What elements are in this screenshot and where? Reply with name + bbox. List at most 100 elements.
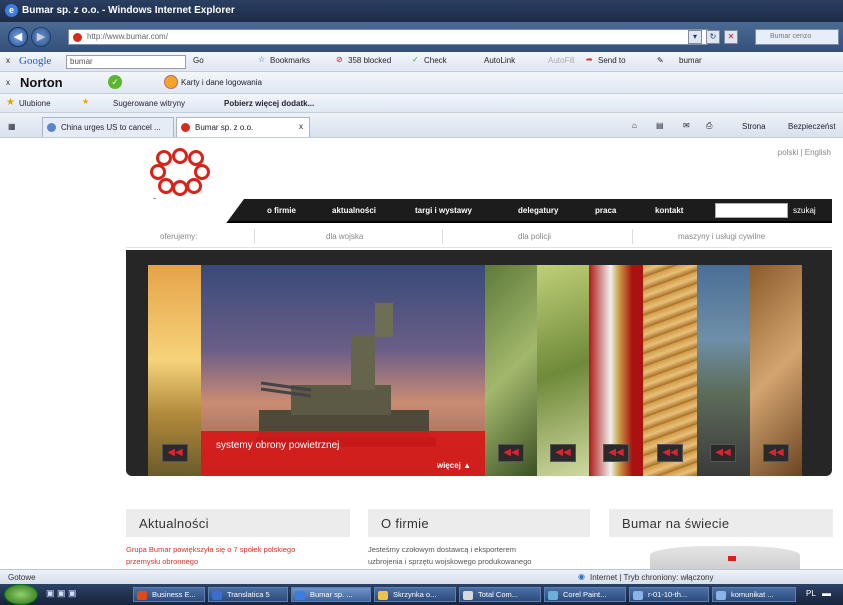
address-bar-row: ◀ ▶ http://www.bumar.com/ ▾ ↻ ✕ Bumar ce… (0, 22, 843, 52)
start-button[interactable] (4, 584, 38, 605)
news-item[interactable]: Grupa Bumar powiększyła się o 7 spółek p… (126, 544, 350, 568)
slide-arrow-3[interactable]: ◀◀ (498, 444, 524, 462)
window-title: Bumar sp. z o.o. - Windows Internet Expl… (22, 5, 235, 16)
add-favorite-icon[interactable]: ★ (82, 97, 89, 106)
subnav-civil[interactable]: maszyny i usługi cywilne (678, 232, 765, 241)
site-search-input[interactable] (715, 203, 788, 218)
tray-icon[interactable]: ▬ (822, 588, 831, 598)
nav-o-firmie[interactable]: o firmie (267, 206, 296, 215)
back-button[interactable]: ◀ (8, 27, 28, 47)
language-indicator[interactable]: PL (806, 589, 816, 598)
page-menu[interactable]: Strona (742, 122, 766, 131)
highlight-icon[interactable]: ✎ (657, 56, 664, 65)
search-field[interactable]: Bumar cenzo (755, 29, 839, 45)
tab-bumar[interactable]: Bumar sp. z o.o. x (176, 117, 310, 137)
slide-arrow-1[interactable]: ◀◀ (162, 444, 188, 462)
taskbar-skrzynka[interactable]: Skrzynka o... (374, 587, 456, 602)
slide-arrow-6[interactable]: ◀◀ (657, 444, 683, 462)
stop-icon[interactable]: ✕ (724, 30, 738, 44)
language-switch[interactable]: polski | English (778, 148, 831, 157)
tab-close-icon[interactable]: x (299, 122, 303, 131)
search-term-button[interactable]: bumar (679, 56, 702, 65)
dropdown-icon[interactable]: ▾ (688, 30, 702, 44)
nav-delegatury[interactable]: delegatury (518, 206, 558, 215)
norton-toolbar-close[interactable]: x (6, 78, 10, 87)
site-search-button[interactable]: szukaj (793, 206, 816, 215)
quick-tabs-icon[interactable]: ▦ (8, 122, 16, 131)
favorites-star-icon: ★ (6, 97, 15, 108)
map-marker (728, 556, 736, 561)
globe-icon: ◉ (578, 572, 585, 581)
suggested-sites-button[interactable]: Sugerowane witryny (113, 99, 185, 108)
forward-button[interactable]: ▶ (31, 27, 51, 47)
subnav-military[interactable]: dla wojska (326, 232, 363, 241)
print-icon[interactable]: ⎙ (706, 121, 712, 131)
taskbar-komunikat[interactable]: komunikat ... (712, 587, 796, 602)
slide-arrow-4[interactable]: ◀◀ (550, 444, 576, 462)
get-more-addons-button[interactable]: Pobierz więcej dodatk... (224, 99, 314, 108)
security-zone[interactable]: Internet | Tryb chroniony: włączony (590, 573, 713, 582)
slide-air-defense[interactable]: systemy obrony powietrznej więcej ▲ (201, 265, 485, 476)
taskbar-corel[interactable]: Corel Paint... (544, 587, 626, 602)
favorites-bar: ★ Ulubione ★ Sugerowane witryny Pobierz … (0, 94, 843, 113)
slide-more-link[interactable]: więcej ▲ (437, 461, 471, 470)
world-section-title[interactable]: Bumar na świecie (609, 509, 833, 537)
google-logo: Google (19, 55, 52, 67)
about-text: Jesteśmy czołowym dostawcą i eksporterem… (368, 545, 532, 566)
about-section-title[interactable]: O firmie (368, 509, 590, 537)
web-page: bumar polski | English o firmie aktualno… (0, 138, 843, 569)
norton-status-icon[interactable]: ✓ (108, 75, 122, 89)
safety-menu[interactable]: Bezpieczeńst (788, 122, 836, 131)
tab-china[interactable]: China urges US to cancel ... (42, 117, 174, 137)
url-field[interactable]: http://www.bumar.com/ (68, 29, 708, 45)
check-button[interactable]: Check (424, 56, 447, 65)
slide-arrow-8[interactable]: ◀◀ (763, 444, 789, 462)
star-icon: ☆ (258, 55, 266, 64)
google-toolbar-close[interactable]: x (6, 56, 10, 65)
slide-arrow-5[interactable]: ◀◀ (603, 444, 629, 462)
world-map[interactable] (650, 546, 800, 569)
google-search-input[interactable]: bumar (66, 55, 186, 69)
mail-icon[interactable]: ✉ (683, 121, 690, 130)
taskbar: ▣ ▣ ▣ Business E... Translatica 5 Bumar … (0, 584, 843, 605)
popup-blocked-count[interactable]: 358 blocked (348, 56, 391, 65)
nav-aktualnosci[interactable]: aktualności (332, 206, 376, 215)
google-toolbar: x Google bumar Go ☆ Bookmarks ⊘ 358 bloc… (0, 52, 843, 72)
news-section-title[interactable]: Aktualności (126, 509, 350, 537)
send-to-button[interactable]: Send to (598, 56, 626, 65)
slide-caption: systemy obrony powietrznej więcej ▲ (201, 431, 485, 476)
tab-favicon (47, 123, 56, 132)
cards-logins-button[interactable]: Karty i dane logowania (181, 78, 262, 87)
google-go-button[interactable]: Go (193, 56, 204, 65)
autofill-button[interactable]: AutoFill (548, 56, 575, 65)
home-icon[interactable]: ⌂ (632, 121, 637, 130)
refresh-icon[interactable]: ↻ (706, 30, 720, 44)
taskbar-totalcom[interactable]: Total Com... (459, 587, 541, 602)
taskbar-business[interactable]: Business E... (133, 587, 205, 602)
taskbar-translatica[interactable]: Translatica 5 (208, 587, 288, 602)
subnav-police[interactable]: dla policji (518, 232, 551, 241)
identity-safe-icon (164, 75, 178, 89)
product-slider: systemy obrony powietrznej więcej ▲ ◀◀ ◀… (126, 250, 832, 476)
autolink-button[interactable]: AutoLink (484, 56, 515, 65)
window-titlebar: e Bumar sp. z o.o. - Windows Internet Ex… (0, 0, 843, 22)
bookmarks-button[interactable]: Bookmarks (270, 56, 310, 65)
nav-praca[interactable]: praca (595, 206, 616, 215)
tab-bar: ▦ China urges US to cancel ... Bumar sp.… (0, 113, 843, 138)
norton-logo: Norton (20, 75, 63, 90)
bumar-logo[interactable] (150, 148, 214, 196)
nav-kontakt[interactable]: kontakt (655, 206, 683, 215)
taskbar-bumar[interactable]: Bumar sp. ... (291, 587, 371, 602)
slide-caption-title: systemy obrony powietrznej (216, 440, 340, 451)
taskbar-file[interactable]: r-01-10-th... (629, 587, 709, 602)
status-text: Gotowe (8, 573, 36, 582)
offer-subnav: oferujemy: dla wojska dla policji maszyn… (126, 225, 832, 248)
main-nav: o firmie aktualności targi i wystawy del… (126, 199, 832, 223)
subnav-offer-label: oferujemy: (160, 232, 198, 241)
quicklaunch-icons[interactable]: ▣ ▣ ▣ (46, 588, 77, 599)
favorites-button[interactable]: Ulubione (19, 99, 51, 108)
nav-targi[interactable]: targi i wystawy (415, 206, 472, 215)
slide-arrow-7[interactable]: ◀◀ (710, 444, 736, 462)
feeds-icon[interactable]: ▤ (656, 121, 664, 130)
popup-blocker-icon: ⊘ (336, 55, 343, 64)
